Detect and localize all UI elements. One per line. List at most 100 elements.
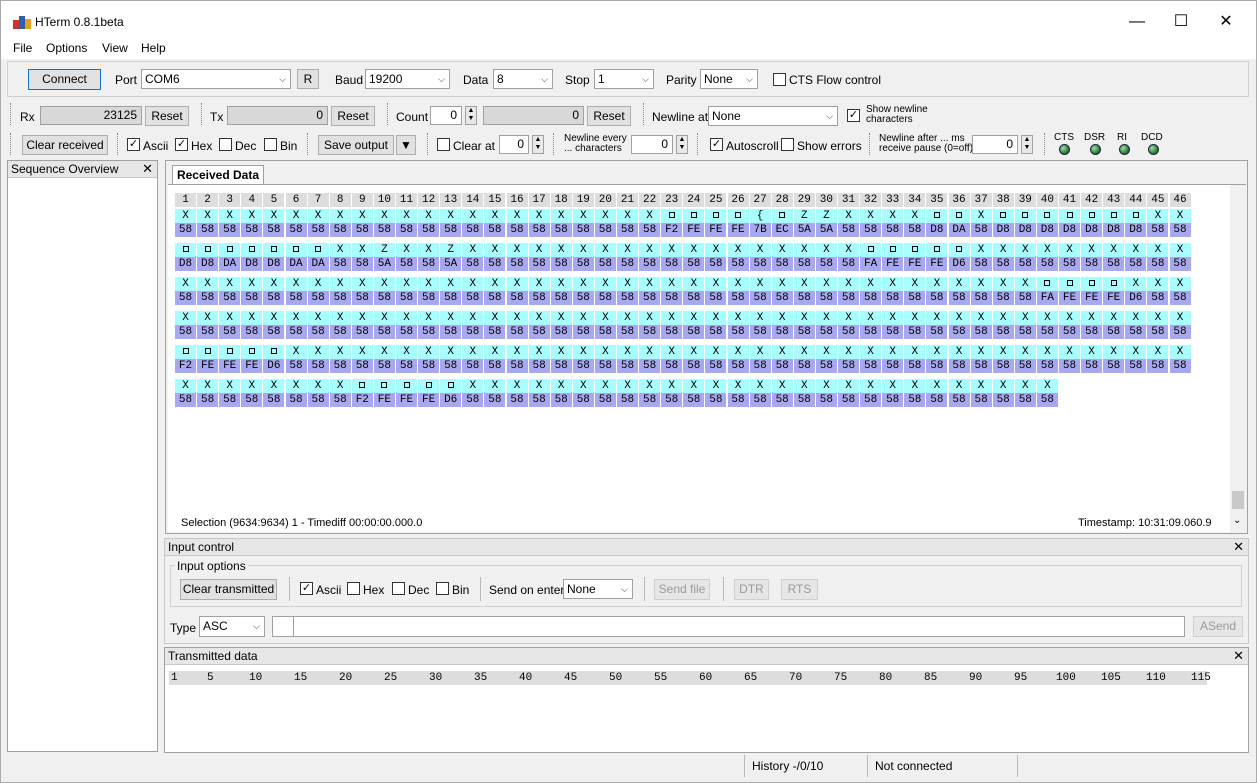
- parity-select[interactable]: None ⌵: [700, 69, 758, 89]
- port-select[interactable]: COM6 ⌵: [141, 69, 291, 89]
- hex-cell: FE: [373, 393, 395, 407]
- data-bits-select[interactable]: 8 ⌵: [493, 69, 553, 89]
- scrollbar-thumb[interactable]: [1232, 491, 1244, 509]
- save-output-button[interactable]: Save output: [318, 135, 394, 155]
- newline-every-input[interactable]: 0: [631, 135, 673, 154]
- menu-options[interactable]: Options: [46, 41, 87, 55]
- hex-cell: 58: [992, 291, 1014, 305]
- hex-cell: FE: [396, 393, 417, 407]
- scroll-down-icon[interactable]: ⌄: [1233, 515, 1241, 526]
- tab-received-data[interactable]: Received Data: [172, 165, 264, 184]
- tx-reset-button[interactable]: Reset: [331, 106, 375, 126]
- rx-label: Rx: [20, 110, 35, 124]
- hex-cell: 58: [661, 359, 683, 373]
- close-icon[interactable]: ✕: [1233, 539, 1244, 555]
- baud-select[interactable]: 19200 ⌵: [365, 69, 450, 89]
- menu-help[interactable]: Help: [141, 41, 166, 55]
- count-input[interactable]: 0: [430, 106, 462, 125]
- count-spinner[interactable]: ▲ ▼: [465, 106, 477, 125]
- ascii-cell: X: [1169, 209, 1191, 223]
- clear-at-spinner[interactable]: ▲ ▼: [532, 135, 544, 154]
- ascii-cell: X: [197, 209, 219, 223]
- ascii-cell: X: [506, 243, 528, 257]
- hex-cell: 58: [462, 325, 484, 339]
- ascii-cell: X: [440, 345, 462, 359]
- save-output-dropdown[interactable]: ▼: [396, 135, 416, 155]
- ascii-cell: X: [396, 277, 417, 291]
- hex-cell: 58: [970, 359, 992, 373]
- newline-after-input[interactable]: 0: [972, 135, 1018, 154]
- nonprintable-icon: [956, 212, 962, 219]
- received-data-view[interactable]: 1 2 3 4 5 6 7 8 9 10 11 12 13 14 15 16 17 18 19 20 21 22 23 24 2…: [168, 184, 1246, 532]
- ascii-cell: X: [329, 311, 351, 325]
- hex-cell: FE: [705, 223, 727, 237]
- rx-ascii-checkbox[interactable]: ✓: [127, 138, 140, 151]
- tx-ascii-checkbox[interactable]: ✓: [300, 582, 313, 595]
- ascii-cell: X: [1059, 345, 1080, 359]
- received-scrollbar[interactable]: ⌄: [1230, 185, 1246, 532]
- rx-reset-button[interactable]: Reset: [145, 106, 189, 126]
- count-reset-button[interactable]: Reset: [587, 106, 631, 126]
- type-select[interactable]: ASC ⌵: [199, 616, 265, 637]
- hex-cell: 58: [1036, 325, 1058, 339]
- ascii-cell: X: [219, 277, 241, 291]
- ascii-cell: X: [506, 345, 528, 359]
- send-input[interactable]: [272, 616, 1185, 637]
- hex-cell: 58: [285, 291, 307, 305]
- stop-bits-select[interactable]: 1 ⌵: [594, 69, 654, 89]
- tx-bin-checkbox[interactable]: [436, 582, 449, 595]
- hex-cell: FA: [860, 257, 882, 271]
- hex-cell: 58: [263, 325, 285, 339]
- ascii-cell: X: [727, 277, 749, 291]
- newline-after-spinner[interactable]: ▲ ▼: [1021, 135, 1033, 154]
- rx-dec-checkbox[interactable]: [219, 138, 232, 151]
- clear-at-input[interactable]: 0: [499, 135, 529, 154]
- hex-cell: 58: [418, 325, 440, 339]
- newline-every-spinner[interactable]: ▲ ▼: [676, 135, 688, 154]
- close-icon[interactable]: ✕: [1204, 9, 1248, 35]
- hex-cell: 58: [705, 257, 727, 271]
- tx-hex-checkbox[interactable]: [347, 582, 360, 595]
- maximize-icon[interactable]: ☐: [1159, 9, 1203, 35]
- show-errors-checkbox[interactable]: [781, 138, 794, 151]
- minimize-icon[interactable]: —: [1115, 9, 1159, 35]
- rts-button[interactable]: RTS: [781, 579, 818, 600]
- send-file-button[interactable]: Send file: [654, 579, 710, 600]
- hex-cell: 58: [1081, 257, 1103, 271]
- hex-cell: 58: [793, 257, 815, 271]
- show-newline-checkbox[interactable]: ✓: [847, 109, 860, 122]
- autoscroll-checkbox[interactable]: ✓: [710, 138, 723, 151]
- rx-hex-checkbox[interactable]: ✓: [175, 138, 188, 151]
- ascii-cell: X: [705, 243, 727, 257]
- connection-status: Not connected: [875, 759, 953, 773]
- hex-cell: FE: [727, 223, 749, 237]
- send-on-enter-select[interactable]: None ⌵: [563, 579, 633, 599]
- nonprintable-icon: [735, 212, 741, 219]
- nonprintable-icon: [226, 348, 233, 355]
- newline-at-select[interactable]: None ⌵: [708, 106, 838, 126]
- hex-cell: 58: [307, 223, 329, 237]
- asend-button[interactable]: ASend: [1193, 616, 1243, 637]
- tx-dec-checkbox[interactable]: [392, 582, 405, 595]
- ascii-cell: X: [970, 277, 992, 291]
- input-control-panel: Input control ✕ Input options Clear tran…: [164, 538, 1249, 644]
- clear-at-checkbox[interactable]: [437, 138, 450, 151]
- menu-file[interactable]: File: [13, 41, 32, 55]
- hex-cell: 58: [793, 359, 815, 373]
- hterm-window: HTerm 0.8.1beta — ☐ ✕ File Options View …: [0, 0, 1257, 783]
- cts-flow-checkbox[interactable]: [773, 73, 786, 86]
- ascii-cell: X: [904, 209, 926, 223]
- menu-view[interactable]: View: [102, 41, 128, 55]
- rx-bin-checkbox[interactable]: [264, 138, 277, 151]
- dtr-button[interactable]: DTR: [734, 579, 769, 600]
- close-icon[interactable]: ✕: [1233, 648, 1244, 664]
- refresh-ports-button[interactable]: R: [297, 69, 319, 89]
- connect-button[interactable]: Connect: [28, 69, 101, 90]
- ascii-cell: [307, 243, 329, 257]
- clear-received-button[interactable]: Clear received: [22, 135, 108, 155]
- transmitted-index-label: 20: [339, 672, 353, 684]
- ascii-cell: X: [263, 277, 285, 291]
- hex-cell: 58: [219, 291, 241, 305]
- close-icon[interactable]: ✕: [142, 161, 153, 177]
- clear-transmitted-button[interactable]: Clear transmitted: [180, 579, 277, 600]
